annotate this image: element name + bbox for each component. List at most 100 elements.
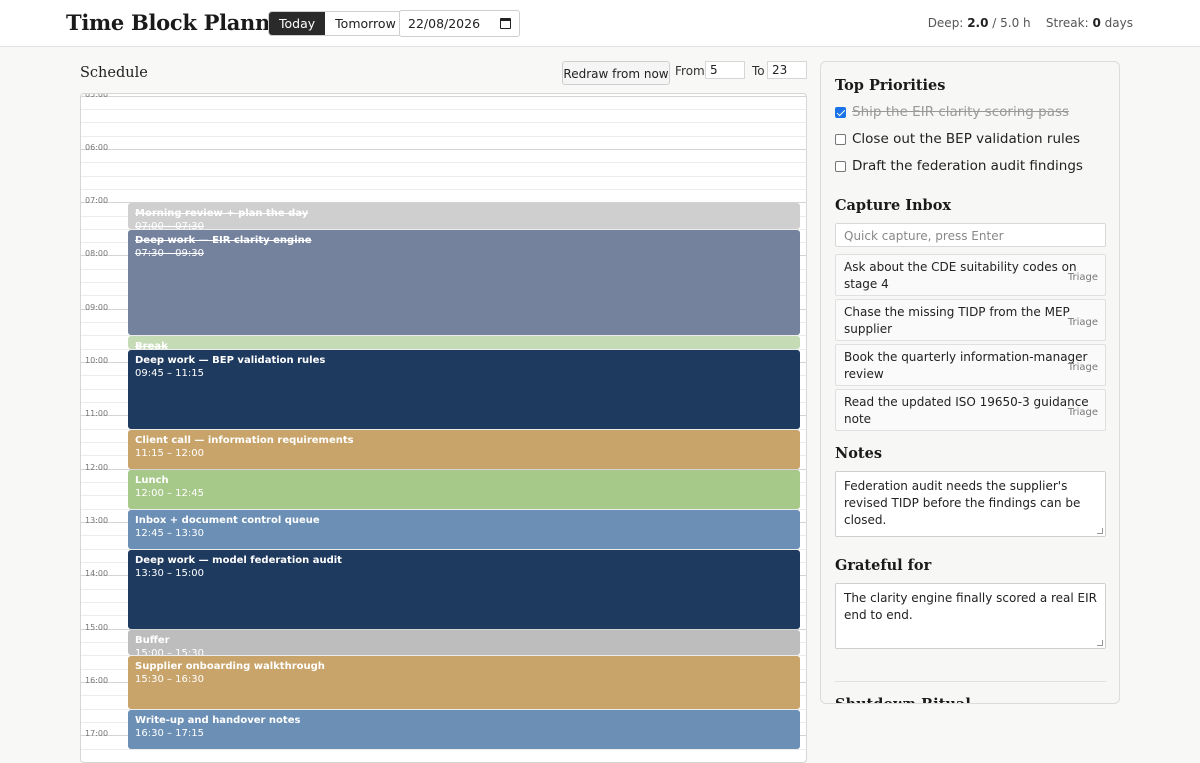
hour-line (81, 148, 806, 150)
top-bar: Time Block Planner Today Tomorrow 22/08/… (0, 0, 1200, 47)
streak-label: Streak: (1045, 16, 1089, 30)
sidebar: Top Priorities Ship the EIR clarity scor… (820, 61, 1120, 704)
streak-value: 0 (1092, 16, 1101, 30)
notes-title: Notes (835, 445, 883, 462)
grateful-title: Grateful for (835, 557, 932, 574)
checkbox-icon[interactable] (835, 161, 846, 172)
block-title: Supplier onboarding walkthrough (135, 661, 325, 673)
schedule-grid[interactable]: 05:00 06:00 07:00 08:00 09:00 10:00 11:00 12:00… (80, 93, 807, 763)
quarter-line (81, 175, 806, 177)
streak-unit: days (1104, 16, 1133, 30)
block-time-range: 16:30 – 17:15 (135, 727, 204, 739)
hour-label: 05:00 (85, 93, 109, 99)
priorities-title: Top Priorities (835, 77, 946, 94)
priority-text: Ship the EIR clarity scoring pass (852, 104, 1070, 120)
block-time-range: 13:30 – 15:00 (135, 567, 204, 579)
inbox-item-text: Book the quarterly information-manager r… (844, 350, 1088, 381)
schedule-title: Schedule (80, 65, 148, 81)
hour-label: 10:00 (85, 356, 109, 366)
time-block[interactable]: Supplier onboarding walkthrough 15:30 – 1… (128, 656, 800, 709)
priority-text: Draft the federation audit findings (852, 158, 1083, 174)
quarter-line (81, 162, 806, 164)
hour-label: 15:00 (85, 622, 109, 632)
quarter-line (81, 748, 806, 750)
notes-textarea[interactable]: Federation audit needs the supplier's re… (835, 471, 1106, 537)
hour-label: 09:00 (85, 302, 109, 312)
time-block[interactable]: Morning review + plan the day 07:00 – 07:… (128, 203, 800, 229)
time-block[interactable]: Break09:30 – 09:45 (128, 336, 800, 349)
time-block[interactable]: Client call — information requirements 11… (128, 429, 800, 469)
inbox-item-text: Ask about the CDE suitability codes on s… (844, 260, 1077, 291)
time-block[interactable]: Inbox + document control queue 12:45 – 13… (128, 509, 800, 549)
triage-button[interactable]: Triage (1068, 359, 1098, 376)
grateful-textarea[interactable]: The clarity engine finally scored a real… (835, 583, 1106, 649)
shutdown-title: Shutdown Ritual (835, 696, 971, 703)
from-input[interactable]: 5 (705, 61, 745, 79)
block-time-range: 15:30 – 16:30 (135, 674, 204, 686)
block-time-range: 11:15 – 12:00 (135, 447, 204, 459)
quarter-line (81, 188, 806, 190)
block-title: Morning review + plan the day (135, 208, 309, 220)
hour-label: 17:00 (85, 729, 109, 739)
block-title: Break (135, 341, 168, 349)
priority-item[interactable]: Close out the BEP validation rules (835, 131, 1080, 147)
deep-value: 2.0 (967, 16, 989, 30)
hour-line (81, 95, 806, 97)
tab-today[interactable]: Today (269, 12, 326, 35)
quarter-line (81, 135, 806, 137)
hour-label: 14:00 (85, 569, 109, 579)
hour-label: 16:00 (85, 675, 109, 685)
triage-button[interactable]: Triage (1068, 404, 1098, 421)
date-picker[interactable]: 22/08/2026 (399, 10, 520, 37)
deep-label: Deep: (927, 16, 964, 30)
hour-label: 12:00 (85, 462, 109, 472)
tab-tomorrow[interactable]: Tomorrow (325, 12, 406, 35)
inbox-item-text: Chase the missing TIDP from the MEP supp… (844, 305, 1070, 336)
block-title: Deep work — EIR clarity engine (135, 234, 312, 246)
quarter-line (81, 122, 806, 124)
time-block[interactable]: Deep work — BEP validation rules 09:45 – … (128, 349, 800, 429)
checkbox-checked-icon[interactable] (835, 107, 846, 118)
priority-text: Close out the BEP validation rules (852, 131, 1081, 147)
block-title: Buffer (135, 634, 170, 646)
hour-label: 08:00 (85, 249, 109, 259)
time-block[interactable]: Deep work — model federation audit 13:30 … (128, 549, 800, 629)
date-value: 22/08/2026 (408, 16, 481, 31)
hour-label: 11:00 (85, 409, 109, 419)
block-time-range: 07:30 – 09:30 (135, 247, 204, 259)
hour-label: 07:00 (85, 196, 109, 206)
triage-button[interactable]: Triage (1068, 314, 1098, 331)
priority-item[interactable]: Draft the federation audit findings (835, 158, 1083, 174)
redraw-button[interactable]: Redraw from now (562, 61, 670, 85)
inbox-item: Chase the missing TIDP from the MEP supp… (835, 299, 1106, 341)
block-time-range: 09:45 – 11:15 (135, 367, 204, 379)
block-time-range: 07:00 – 07:30 (135, 221, 204, 229)
inbox-item-text: Read the updated ISO 19650-3 guidance no… (844, 395, 1089, 426)
block-title: Write-up and handover notes (135, 714, 301, 726)
time-block[interactable]: Write-up and handover notes 16:30 – 17:15 (128, 709, 800, 749)
inbox-item: Book the quarterly information-manager r… (835, 344, 1106, 386)
deep-stats: Deep: 2.0 / 5.0 h Streak: 0 days (928, 16, 1133, 30)
block-time-range: 15:00 – 15:30 (135, 647, 204, 656)
inbox-title: Capture Inbox (835, 197, 952, 214)
hour-label: 13:00 (85, 515, 109, 525)
deep-target: / 5.0 h (992, 16, 1031, 30)
day-toggle: Today Tomorrow (268, 11, 407, 36)
to-input[interactable]: 23 (767, 61, 807, 79)
to-label: To (752, 64, 765, 78)
time-block[interactable]: Buffer 15:00 – 15:30 (128, 629, 800, 656)
block-title: Deep work — BEP validation rules (135, 354, 326, 366)
calendar-icon[interactable] (500, 18, 511, 29)
time-block[interactable]: Deep work — EIR clarity engine 07:30 – 09… (128, 229, 800, 336)
time-block[interactable]: Lunch 12:00 – 12:45 (128, 469, 800, 509)
block-time-range: 12:00 – 12:45 (135, 487, 204, 499)
capture-input[interactable]: Quick capture, press Enter (835, 223, 1106, 247)
block-title: Lunch (135, 474, 169, 486)
priority-item[interactable]: Ship the EIR clarity scoring pass (835, 104, 1069, 120)
block-title: Client call — information requirements (135, 434, 354, 446)
hour-label: 06:00 (85, 142, 109, 152)
triage-button[interactable]: Triage (1068, 269, 1098, 286)
inbox-item: Read the updated ISO 19650-3 guidance no… (835, 389, 1106, 431)
quarter-line (81, 108, 806, 110)
checkbox-icon[interactable] (835, 134, 846, 145)
